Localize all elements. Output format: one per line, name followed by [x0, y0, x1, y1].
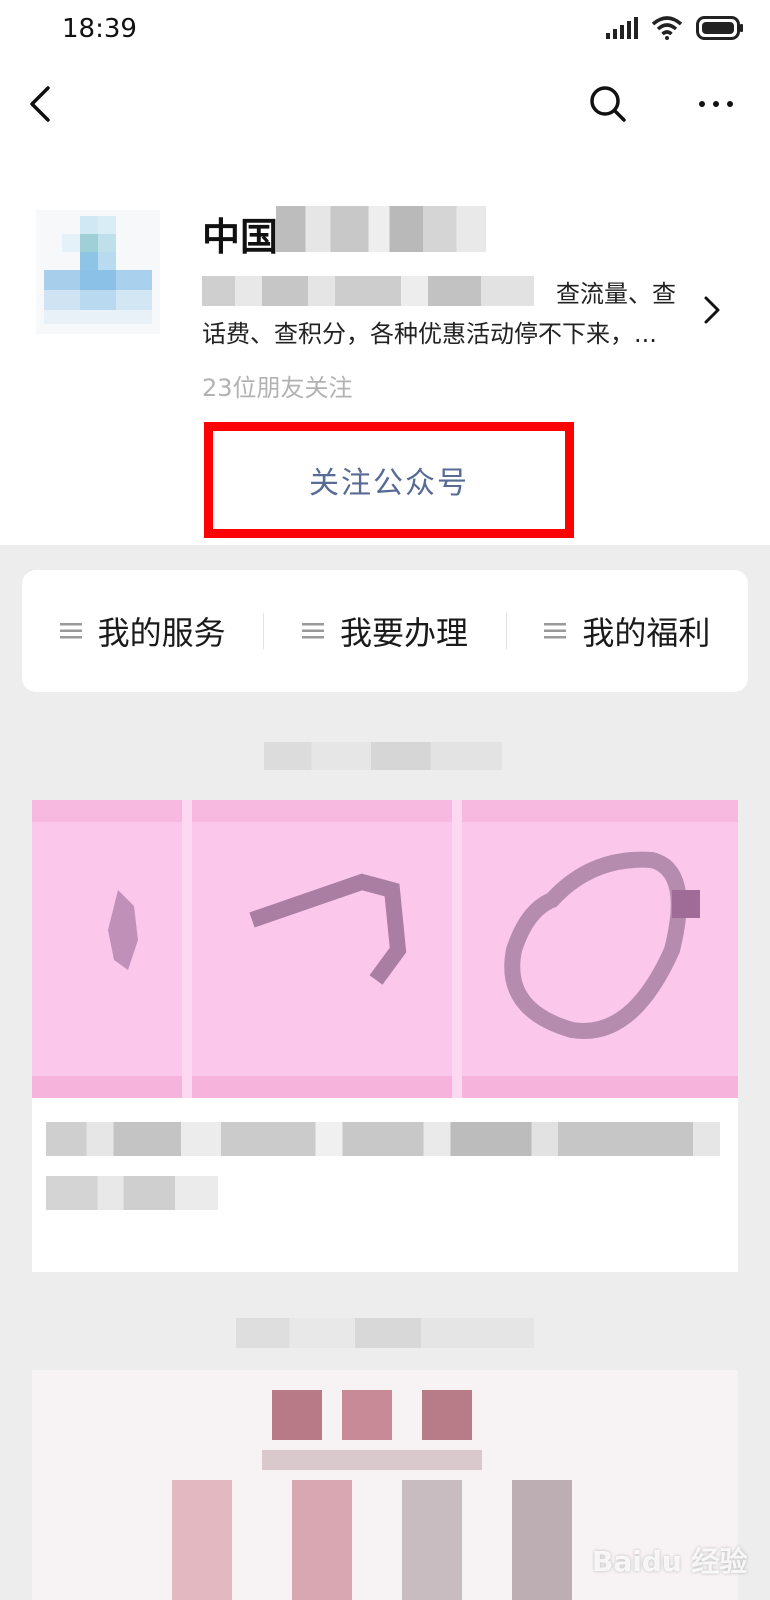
message-time-redacted [236, 1318, 534, 1348]
article-card[interactable] [32, 800, 738, 1272]
account-description-line2[interactable]: 话费、查积分，各种优惠活动停不下来，... [202, 314, 657, 349]
menu-item-handle-business[interactable]: 我要办理 [264, 570, 505, 692]
search-button[interactable] [586, 82, 630, 126]
battery-icon [696, 16, 743, 40]
baidu-watermark: Baidu 经验 [592, 1545, 748, 1578]
menu-item-label: 我的福利 [582, 614, 711, 652]
search-icon [590, 86, 626, 122]
account-name-redacted [276, 206, 486, 252]
chevron-right-icon[interactable] [700, 294, 724, 326]
follow-account-button[interactable]: 关注公众号 [204, 422, 574, 538]
back-arrow-icon [30, 86, 50, 122]
status-time: 18:39 [62, 14, 137, 44]
account-menu-bar: 我的服务 我要办理 我的福利 [22, 570, 748, 692]
description-redacted [202, 276, 534, 306]
avatar-image [44, 216, 152, 324]
menu-list-icon [544, 623, 567, 639]
article-cover-image [32, 800, 738, 1098]
friends-following-count: 23位朋友关注 [202, 374, 353, 402]
status-icons [606, 16, 744, 40]
article-title-redacted [46, 1122, 720, 1156]
menu-item-my-benefits[interactable]: 我的福利 [507, 570, 748, 692]
more-button[interactable] [694, 82, 738, 126]
account-description-line1[interactable]: 查流量、查 [556, 274, 676, 309]
menu-list-icon [301, 623, 324, 639]
message-time-redacted [264, 742, 502, 770]
menu-item-label: 我的服务 [97, 614, 226, 652]
account-name: 中国 [202, 215, 279, 259]
menu-item-label: 我要办理 [339, 614, 468, 652]
account-avatar[interactable] [36, 210, 160, 334]
back-button[interactable] [20, 82, 64, 126]
article-title-redacted-line2 [46, 1176, 218, 1210]
more-icon [699, 101, 733, 107]
signal-icon [606, 17, 638, 39]
wifi-icon [652, 16, 682, 40]
menu-list-icon [59, 623, 82, 639]
menu-item-my-services[interactable]: 我的服务 [22, 570, 263, 692]
